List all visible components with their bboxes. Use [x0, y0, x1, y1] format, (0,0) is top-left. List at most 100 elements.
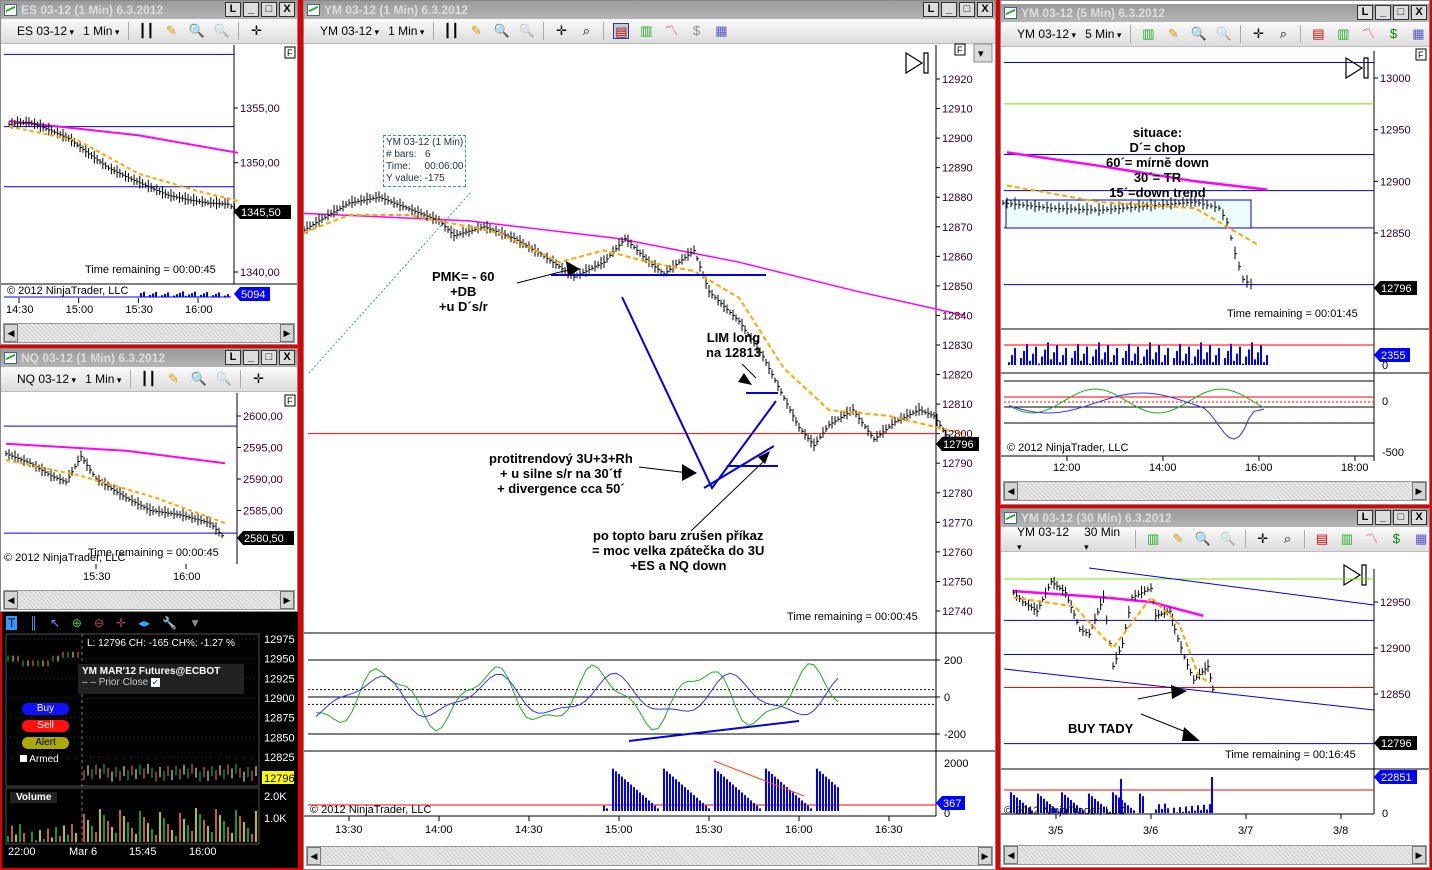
price-tick-label: 12950 — [264, 654, 295, 666]
scroll-to-end-icon — [905, 51, 929, 75]
copyright: © 2012 NinjaTrader, LLC — [4, 552, 125, 564]
time-tick-label: 16:00 — [189, 846, 217, 858]
time-remaining: Time remaining = 00:16:45 — [1225, 749, 1356, 761]
date-tick-label: 3/7 — [1238, 825, 1253, 837]
last-price: 1345,50 — [241, 207, 281, 219]
price-tick-label: 12760 — [942, 547, 973, 559]
time-tick-label: 15:00 — [66, 304, 94, 316]
scroll-left-icon[interactable]: ◀ — [4, 324, 18, 342]
es-price-chart[interactable]: F 1355,00 1350,00 1340,00 1345,50 Time remain… — [1, 1, 298, 345]
annotation-arrow — [1137, 691, 1174, 700]
scroll-right-icon[interactable]: ▶ — [280, 591, 294, 609]
annotation-arrow — [690, 460, 765, 532]
overflow-flag-label: F — [957, 45, 963, 55]
time-tick-label: 15:45 — [129, 846, 157, 858]
vol-tick-label: 2000 — [944, 758, 968, 770]
date-tick-label: 3/5 — [1048, 825, 1063, 837]
time-tick-label: 13:30 — [335, 824, 363, 836]
time-remaining: Time remaining = 00:00:45 — [85, 264, 216, 276]
scroll-right-icon[interactable]: ▶ — [978, 847, 992, 865]
price-tick-label: 12750 — [942, 576, 973, 588]
price-tick-label: 12850 — [942, 281, 973, 293]
sell-button[interactable]: Sell — [22, 720, 69, 732]
ym5-scrollbar[interactable]: ◀ ▶ — [1003, 481, 1427, 501]
price-tick-label: 1355,00 — [240, 103, 280, 115]
scroll-left-icon[interactable]: ◀ — [1004, 846, 1018, 864]
copyright: © 2012 NinjaTrader, LLC — [1007, 442, 1129, 454]
price-tick-label: 12890 — [942, 163, 973, 175]
main-scrollbar[interactable]: ◀ ▶ — [306, 846, 993, 866]
copyright: © 2012 NinjaTrader, LLC — [7, 285, 128, 297]
scroll-right-icon[interactable]: ▶ — [1412, 482, 1426, 500]
overflow-flag-label: F — [287, 48, 293, 58]
ib-legend: YM MAR'12 Futures@ECBOT – – Prior Close … — [78, 664, 244, 694]
sma-line — [1013, 589, 1204, 618]
price-tick-label: 12840 — [942, 310, 973, 322]
price-tick-label: 12825 — [264, 752, 295, 764]
arrowhead-icon — [738, 373, 752, 385]
scroll-left-icon[interactable]: ◀ — [307, 847, 321, 865]
price-tick-label: 12850 — [1380, 228, 1411, 240]
buy-button[interactable]: Buy — [22, 703, 69, 715]
time-tick-label: 14:30 — [6, 304, 34, 316]
time-tick-label: 15:30 — [695, 824, 723, 836]
ym5-price-chart[interactable]: F1300012950129001285012796235500-50012:0… — [1001, 1, 1430, 505]
ym-1min-chart-window: YM 03-12 (1 Min) 6.3.2012 L_□X YM 03-121… — [303, 0, 996, 870]
price-tick-label: 12830 — [942, 340, 973, 352]
buy-here-annotation: BUY TADY — [1068, 721, 1134, 736]
price-tick-label: 12975 — [264, 634, 295, 646]
scroll-left-icon[interactable]: ◀ — [4, 591, 18, 609]
ym30-scrollbar[interactable]: ◀ ▶ — [1003, 845, 1427, 865]
situation-annotation: situace: D´= chop 60´= mírně down 30´= TR 15… — [1106, 125, 1209, 200]
vol-tick-label: 0 — [1382, 808, 1388, 820]
scroll-to-end-icon — [1345, 56, 1369, 80]
time-tick-label: 15:30 — [125, 304, 153, 316]
date-tick-label: 3/8 — [1333, 825, 1348, 837]
time-tick-label: 15:30 — [83, 571, 111, 583]
price-tick-label: 13000 — [1380, 73, 1411, 85]
time-tick-label: 16:00 — [173, 571, 201, 583]
prior-close-label: Prior Close — [98, 677, 149, 688]
price-tick-label: 12820 — [942, 370, 973, 382]
annotation-topto: po topto baru zrušen příkaz = moc velka z… — [592, 528, 765, 573]
nq-chart-window: NQ 03-12 (1 Min) 6.3.2012 L_□X NQ 03-121… — [0, 348, 298, 612]
price-tick-label: 12860 — [942, 251, 973, 263]
annotation-protitrend: protitrendový 3U+3+Rh + u silne s/r na 30… — [489, 451, 633, 496]
sma-line — [304, 212, 965, 317]
price-tick-label: 12790 — [942, 458, 973, 470]
nq-price-chart[interactable]: F2600,002595,002590,002585,002580,50Time… — [1, 349, 298, 612]
price-tick-label: 12880 — [942, 192, 973, 204]
armed-label: Armed — [29, 754, 59, 765]
contract-name: YM MAR'12 Futures@ECBOT — [82, 666, 221, 677]
es-scrollbar[interactable]: ◀ ▶ — [3, 323, 295, 343]
prior-close-checkbox[interactable]: ✔ — [150, 678, 160, 687]
vol-tick-label: 2.0K — [264, 791, 287, 803]
time-tick-label: 16:00 — [185, 304, 213, 316]
chevron-down-icon: ▾ — [978, 48, 984, 60]
nq-scrollbar[interactable]: ◀ ▶ — [3, 590, 295, 610]
volume-label: Volume — [10, 792, 58, 803]
last-volume: 22851 — [1381, 772, 1412, 784]
armed-checkbox[interactable]: Armed — [20, 754, 59, 765]
main-price-chart[interactable]: F ▾ 12920 12910 12900 12890 12880 12870 12860 128… — [304, 1, 996, 870]
price-tick-label: 2595,00 — [243, 443, 283, 455]
last-price: 12796 — [1381, 738, 1412, 750]
time-tick-label: 16:00 — [785, 824, 813, 836]
time-remaining: Time remaining = 00:00:45 — [787, 611, 918, 623]
time-tick-label: Mar 6 — [69, 846, 97, 858]
time-tick-label: 16:00 — [1245, 462, 1273, 474]
price-tick-label: 12900 — [1380, 643, 1411, 655]
last-price: 2580,50 — [244, 533, 284, 545]
price-tick-label: 12950 — [1380, 125, 1411, 137]
oscillator-slow-line — [1008, 392, 1265, 440]
alert-button[interactable]: Alert — [22, 737, 69, 749]
price-tick-label: 12740 — [942, 606, 973, 618]
price-tick-label: 12810 — [942, 399, 973, 411]
price-tick-label: 12900 — [264, 693, 295, 705]
scroll-left-icon[interactable]: ◀ — [1004, 482, 1018, 500]
time-tick-label: 15:00 — [605, 824, 633, 836]
scroll-right-icon[interactable]: ▶ — [280, 324, 294, 342]
last-volume: 367 — [943, 798, 961, 810]
time-remaining: Time remaining = 00:01:45 — [1227, 308, 1358, 320]
scroll-right-icon[interactable]: ▶ — [1412, 846, 1426, 864]
